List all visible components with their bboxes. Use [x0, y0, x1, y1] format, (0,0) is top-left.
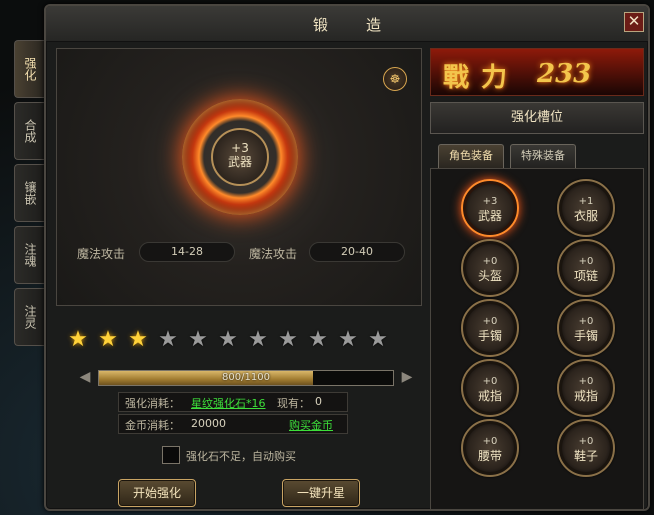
slot-level: +1 [578, 196, 594, 207]
star-empty-icon: ★ [338, 327, 358, 352]
equipment-slot[interactable]: +3 武器 [461, 179, 519, 237]
combat-power-banner: 戰力 233 [430, 48, 644, 96]
gold-cost-value: 20000 [191, 417, 226, 430]
stone-cost-link[interactable]: 星纹强化石*16 [191, 395, 266, 411]
slot-level: +0 [578, 256, 594, 267]
star-empty-icon: ★ [218, 327, 238, 352]
tab-spirit-infuse[interactable]: 注灵 [14, 288, 44, 346]
start-strengthen-button[interactable]: 开始强化 [118, 479, 196, 507]
slot-name: 鞋子 [573, 449, 598, 463]
gold-cost-row: 金币消耗： 20000 购买金币 [118, 414, 348, 434]
equipment-slot[interactable]: +0 手镯 [557, 299, 615, 357]
slot-name: 衣服 [573, 209, 598, 223]
title-bar: 锻造 ✕ [46, 6, 648, 42]
progress-text: 800/1100 [222, 372, 270, 383]
own-label: 现有： [277, 397, 310, 410]
slots-header: 强化槽位 [430, 102, 644, 134]
tab-synthesize[interactable]: 合成 [14, 102, 44, 160]
equipment-slot[interactable]: +0 项链 [557, 239, 615, 297]
star-filled-icon: ★ [98, 327, 118, 352]
slot-level: +0 [482, 436, 498, 447]
auto-buy-label: 强化石不足，自动购买 [186, 450, 296, 463]
progress-bar: ◀ 800/1100 ▶ [74, 366, 418, 388]
progress-left-cap: ◀ [79, 369, 91, 385]
center-item-slot[interactable]: +3 武器 [211, 128, 269, 186]
star-empty-icon: ★ [158, 327, 178, 352]
star-empty-icon: ★ [248, 327, 268, 352]
equipment-slot[interactable]: +0 腰带 [461, 419, 519, 477]
stone-cost-row: 强化消耗： 星纹强化石*16 现有： 0 [118, 392, 348, 412]
slot-level: +0 [578, 436, 594, 447]
attr-left-label: 魔法攻击 [77, 247, 126, 261]
forge-display: ☸ +3 武器 魔法攻击 14-28 魔法攻击 20-40 [56, 48, 422, 306]
combat-power-value: 233 [537, 59, 592, 89]
tab-strengthen[interactable]: 强化 [14, 40, 44, 98]
star-empty-icon: ★ [188, 327, 208, 352]
equipment-slot[interactable]: +0 戒指 [557, 359, 615, 417]
slot-level: +3 [482, 196, 498, 207]
equipment-slot[interactable]: +0 戒指 [461, 359, 519, 417]
buy-gold-link[interactable]: 购买金币 [289, 417, 333, 433]
star-empty-icon: ★ [368, 327, 388, 352]
own-value: 0 [315, 395, 322, 408]
tab-character-equipment[interactable]: 角色装备 [438, 144, 504, 168]
progress-track: 800/1100 [98, 370, 394, 386]
tab-special-equipment[interactable]: 特殊装备 [510, 144, 576, 168]
equipment-slot[interactable]: +0 鞋子 [557, 419, 615, 477]
equipment-slot[interactable]: +0 手镯 [461, 299, 519, 357]
game-screen: 强化 合成 镶嵌 注魂 注灵 锻造 ✕ ☸ +3 武器 魔法攻击 14-28 魔… [0, 0, 654, 515]
slot-name: 武器 [477, 209, 502, 223]
slot-level: +0 [482, 376, 498, 387]
slot-grid: +3 武器 +1 衣服 +0 头盔 +0 项链 +0 手镯 +0 手镯 +0 戒指 +0 戒指 +0 腰带 +0 鞋子 [430, 168, 644, 510]
slot-name: 项链 [573, 269, 598, 283]
tab-inlay[interactable]: 镶嵌 [14, 164, 44, 222]
star-empty-icon: ★ [278, 327, 298, 352]
combat-power-glyph: 戰力 [443, 63, 520, 93]
slot-panel: 戰力 233 强化槽位 角色装备 特殊装备 +3 武器 +1 衣服 +0 头盔 +0 项链 +0… [430, 48, 646, 510]
center-item-name: 武器 [227, 155, 252, 169]
slot-level: +0 [578, 376, 594, 387]
slot-name: 戒指 [477, 389, 502, 403]
one-click-upgrade-button[interactable]: 一键升星 [282, 479, 360, 507]
slot-level: +0 [482, 316, 498, 327]
bagua-icon[interactable]: ☸ [383, 67, 407, 91]
tab-soul-infuse[interactable]: 注魂 [14, 226, 44, 284]
slot-name: 腰带 [477, 449, 502, 463]
slot-name: 手镯 [477, 329, 502, 343]
center-item-level: +3 [231, 141, 249, 155]
progress-right-cap: ▶ [401, 369, 413, 385]
slot-name: 戒指 [573, 389, 598, 403]
equipment-slot[interactable]: +1 衣服 [557, 179, 615, 237]
star-filled-icon: ★ [128, 327, 148, 352]
stone-cost-label: 强化消耗： [125, 397, 180, 410]
equipment-slot[interactable]: +0 头盔 [461, 239, 519, 297]
slot-name: 头盔 [477, 269, 502, 283]
attr-right-value: 20-40 [309, 242, 405, 262]
attr-left-value: 14-28 [139, 242, 235, 262]
slot-name: 手镯 [573, 329, 598, 343]
close-icon[interactable]: ✕ [624, 12, 644, 32]
window-title: 锻造 [312, 16, 419, 34]
forge-window: 锻造 ✕ ☸ +3 武器 魔法攻击 14-28 魔法攻击 20-40 ★ ★ ★ ★ ★… [44, 4, 650, 511]
slot-level: +0 [578, 316, 594, 327]
gold-cost-label: 金币消耗： [125, 419, 180, 432]
star-filled-icon: ★ [68, 327, 88, 352]
star-empty-icon: ★ [308, 327, 328, 352]
auto-buy-checkbox[interactable] [162, 446, 180, 464]
slot-level: +0 [482, 256, 498, 267]
attr-right-label: 魔法攻击 [249, 247, 298, 261]
